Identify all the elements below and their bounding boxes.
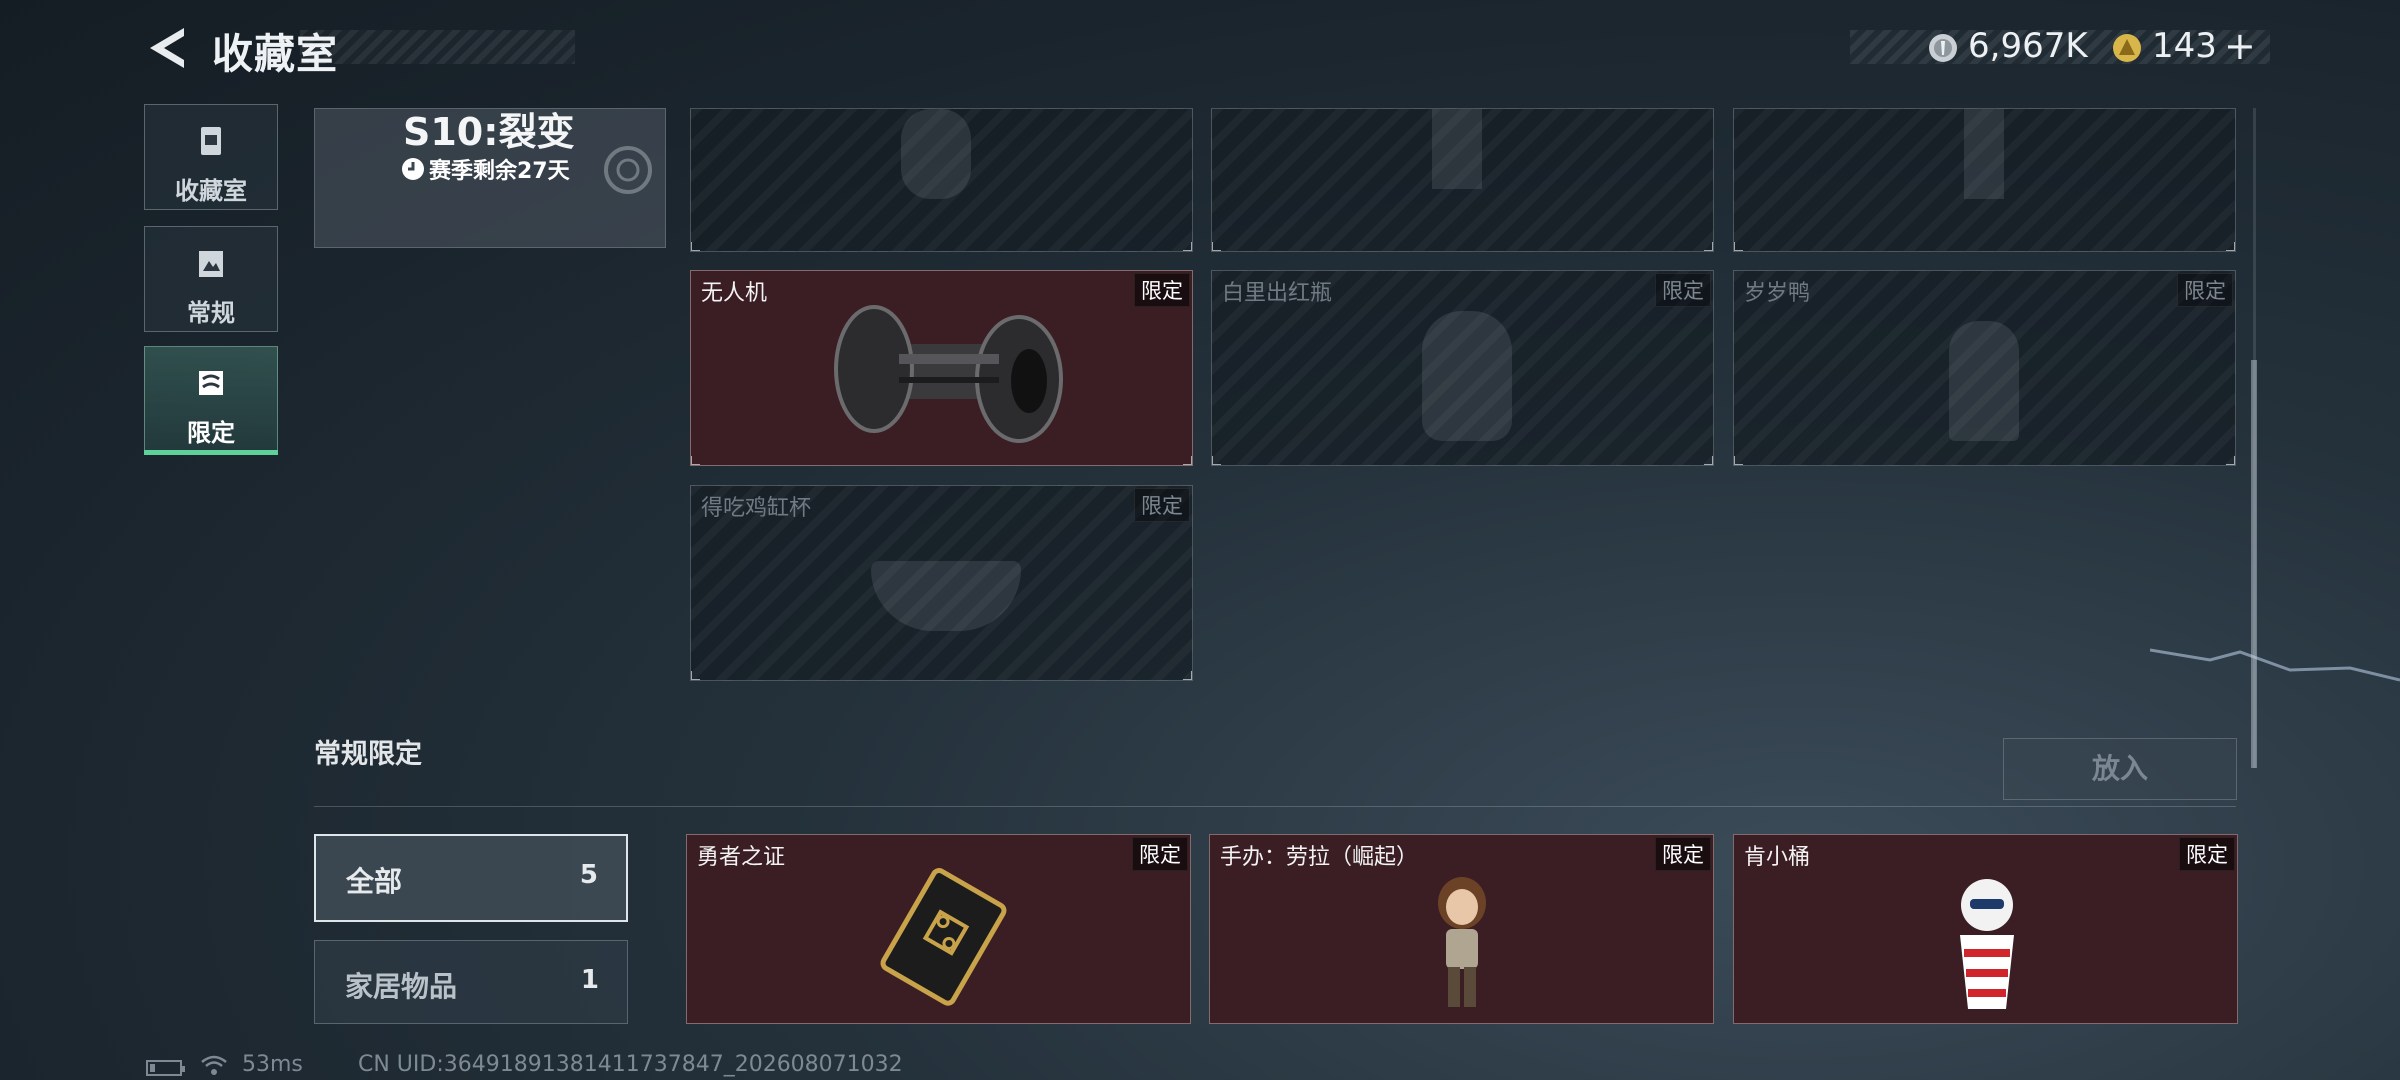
- filter-count: 1: [580, 965, 599, 995]
- active-indicator: [144, 450, 278, 455]
- kfc-figure-image: [1960, 879, 2014, 1009]
- collection-card[interactable]: [1211, 108, 1714, 252]
- wifi-icon: [201, 1055, 227, 1075]
- add-currency-button[interactable]: +: [2224, 24, 2256, 68]
- season-emblem-icon: [604, 146, 652, 194]
- drone-part-image: [834, 305, 1063, 443]
- season-title: S10:裂变: [403, 110, 575, 154]
- limited-tag: 限定: [2177, 273, 2233, 307]
- limited-tag: 限定: [1655, 273, 1711, 307]
- card-corner: [2226, 242, 2235, 251]
- nav-label: 收藏室: [175, 177, 247, 205]
- card-corner: [1704, 456, 1713, 465]
- collection-icon: [201, 127, 221, 155]
- lightning-decoration: [2150, 648, 2400, 682]
- collection-card[interactable]: [1733, 108, 2236, 252]
- card-corner: [1183, 671, 1192, 680]
- card-corner: [1183, 456, 1192, 465]
- figure-silhouette: [901, 109, 971, 199]
- silver-currency-value: 6,967K: [1968, 26, 2088, 66]
- card-corner: [691, 242, 700, 251]
- back-button[interactable]: [140, 22, 200, 74]
- vase-image: [1422, 311, 1512, 441]
- card-corner: [1212, 242, 1221, 251]
- filter-label: 全部: [346, 865, 403, 898]
- collection-card-lara[interactable]: 手办：劳拉（崛起） 限定: [1209, 834, 1714, 1024]
- season-card[interactable]: S10:裂变 赛季剩余27天: [314, 108, 666, 248]
- card-badge-image: [880, 868, 1007, 1006]
- card-name: 勇者之证: [697, 845, 786, 870]
- collection-card-vase[interactable]: 白里出红瓶 限定: [1211, 270, 1714, 466]
- nav-item-regular[interactable]: 常规: [144, 226, 278, 332]
- nav-label: 限定: [187, 419, 235, 447]
- put-in-button[interactable]: 放入: [2003, 738, 2237, 800]
- card-name: 肯小桶: [1744, 845, 1811, 870]
- card-corner: [691, 671, 700, 680]
- title-background: [300, 30, 575, 64]
- battery-icon: [146, 1060, 185, 1076]
- limited-tag: 限定: [1132, 837, 1188, 871]
- limited-tag: 限定: [2179, 837, 2235, 871]
- card-corner: [1212, 456, 1221, 465]
- collection-card-drone[interactable]: 无人机 限定: [690, 270, 1193, 466]
- collection-card[interactable]: [690, 108, 1193, 252]
- card-corner: [2226, 456, 2235, 465]
- ping-value: 53ms: [242, 1052, 303, 1077]
- clock-icon: [402, 158, 424, 180]
- gold-coin-icon: [2113, 34, 2141, 62]
- page-title: 收藏室: [212, 30, 338, 78]
- card-name: 白里出红瓶: [1222, 281, 1333, 306]
- card-corner: [1734, 456, 1743, 465]
- card-corner: [1183, 242, 1192, 251]
- limited-tag: 限定: [1655, 837, 1711, 871]
- section-title: 常规限定: [314, 739, 422, 770]
- figure-silhouette: [1432, 109, 1482, 189]
- lara-figure-image: [1438, 877, 1486, 1007]
- bowl-image: [871, 561, 1021, 631]
- collection-card-duck[interactable]: 岁岁鸭 限定: [1733, 270, 2236, 466]
- duck-image: [1949, 321, 2019, 441]
- season-timer: 赛季剩余27天: [401, 153, 570, 185]
- regular-icon: [199, 251, 223, 277]
- filter-label: 家居物品: [345, 970, 458, 1003]
- card-name: 无人机: [701, 281, 768, 306]
- scrollbar-thumb[interactable]: [2251, 360, 2257, 768]
- card-corner: [1704, 242, 1713, 251]
- card-name: 岁岁鸭: [1744, 281, 1811, 306]
- filter-count: 5: [579, 860, 598, 890]
- filter-home-items[interactable]: 家居物品 1: [314, 940, 628, 1024]
- nav-item-collection[interactable]: 收藏室: [144, 104, 278, 210]
- limited-tag: 限定: [1134, 488, 1190, 522]
- figure-silhouette: [1964, 109, 2004, 199]
- collection-card-badge[interactable]: 勇者之证 限定: [686, 834, 1191, 1024]
- filter-all[interactable]: 全部 5: [314, 834, 628, 922]
- card-name: 手办：劳拉（崛起）: [1220, 845, 1419, 870]
- nav-item-limited[interactable]: 限定: [144, 346, 278, 455]
- section-divider: [314, 806, 2236, 807]
- silver-coin-icon: [1929, 34, 1957, 62]
- limited-icon: [199, 371, 223, 395]
- gold-currency-value: 143: [2152, 26, 2217, 66]
- collection-card-bowl[interactable]: 得吃鸡缸杯 限定: [690, 485, 1193, 681]
- limited-tag: 限定: [1134, 273, 1190, 307]
- uid-text: CN UID:3649189138141173784​7_20260807103…: [358, 1052, 903, 1077]
- season-timer-text: 赛季剩余27天: [429, 159, 570, 184]
- card-corner: [691, 456, 700, 465]
- collection-card-kfc[interactable]: 肯小桶 限定: [1733, 834, 2238, 1024]
- card-corner: [1734, 242, 1743, 251]
- card-name: 得吃鸡缸杯: [701, 496, 812, 521]
- nav-label: 常规: [187, 299, 235, 327]
